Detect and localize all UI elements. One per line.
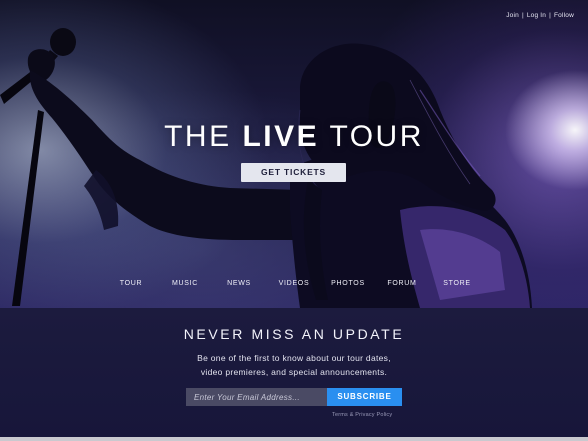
microphone-icon xyxy=(50,28,76,56)
nav-item-tour[interactable]: TOUR xyxy=(120,280,143,287)
account-links: Join | Log In | Follow xyxy=(506,12,574,19)
bottom-divider xyxy=(0,437,588,441)
nav-item-music[interactable]: MUSIC xyxy=(172,280,198,287)
login-link[interactable]: Log In xyxy=(527,12,546,19)
subscribe-button[interactable]: SUBSCRIBE xyxy=(327,388,402,406)
follow-link[interactable]: Follow xyxy=(554,12,574,19)
newsletter-description-line: Be one of the first to know about our to… xyxy=(197,353,391,363)
terms-privacy-link[interactable]: Terms & Privacy Policy xyxy=(332,412,392,418)
nav-item-news[interactable]: NEWS xyxy=(227,280,251,287)
nav-item-videos[interactable]: VIDEOS xyxy=(279,280,310,287)
hero-title: THE LIVE TOUR xyxy=(0,120,588,154)
performer-photo xyxy=(0,28,532,308)
hero-title-pre: THE xyxy=(164,120,232,153)
newsletter-description: Be one of the first to know about our to… xyxy=(0,351,588,379)
join-link[interactable]: Join xyxy=(506,12,519,19)
newsletter-title: NEVER MISS AN UPDATE xyxy=(183,326,405,342)
link-separator: | xyxy=(549,12,552,19)
get-tickets-button[interactable]: GET TICKETS xyxy=(241,163,346,182)
nav-item-store[interactable]: STORE xyxy=(443,280,471,287)
nav-item-forum[interactable]: FORUM xyxy=(387,280,416,287)
main-nav: TOUR MUSIC NEWS VIDEOS PHOTOS FORUM STOR… xyxy=(0,280,588,292)
newsletter-description-line: video premieres, and special announcemen… xyxy=(200,367,388,377)
newsletter-section: NEVER MISS AN UPDATE Be one of the first… xyxy=(0,308,588,439)
hero-section: Join | Log In | Follow THE LIVE TOUR GET… xyxy=(0,0,588,308)
email-input[interactable] xyxy=(186,388,327,406)
nav-item-photos[interactable]: PHOTOS xyxy=(331,280,365,287)
hero-title-bold: LIVE xyxy=(242,120,320,153)
link-separator: | xyxy=(521,12,524,19)
hero-title-post: TOUR xyxy=(329,120,424,153)
